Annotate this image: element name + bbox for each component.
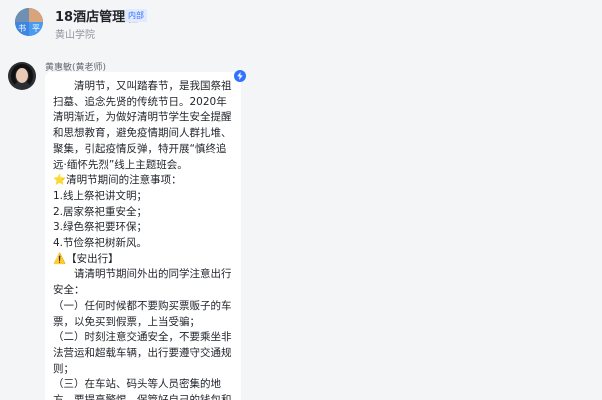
sender-avatar[interactable] (8, 62, 36, 90)
message-paragraph: （三）在车站、码头等人员密集的地方，要提高警惕，保管好自己的钱包和 (53, 378, 232, 400)
message-paragraph: （一）任何时候都不要购买票贩子的车票，以免买到假票，上当受骗； (53, 299, 232, 328)
message-paragraph: （二）时刻注意交通安全，不要乘坐非法营运和超载车辆，出行要遵守交通规则； (53, 331, 232, 375)
message-paragraph: 1.线上祭祀讲文明； (53, 189, 148, 202)
avatar-char-1: 书 (15, 22, 29, 36)
lightning-icon[interactable] (234, 70, 246, 82)
internal-badge: 内部 (125, 9, 147, 22)
group-subtitle: 黄山学院 (55, 30, 95, 41)
lightning-glyph (237, 72, 243, 80)
avatar-char-2: 平 (29, 22, 43, 36)
group-avatar[interactable]: 书 平 (15, 8, 43, 36)
avatar-face (16, 68, 28, 83)
avatar-photo-1 (15, 8, 29, 22)
message-paragraph: 4.节俭祭祀树新风。 (53, 237, 148, 250)
message-paragraph: 清明节，又叫踏春节，是我国祭祖扫墓、追念先贤的传统节日。2020年清明渐近，为做… (53, 80, 232, 171)
avatar-photo-2 (29, 8, 43, 22)
message-paragraph: 2.居家祭祀重安全； (53, 205, 148, 218)
message-paragraph: ⚠️【安出行】 (53, 252, 119, 265)
message-paragraph: 3.绿色祭祀要环保； (53, 221, 148, 234)
message-paragraph: 请清明节期间外出的同学注意出行安全： (53, 268, 232, 297)
message-bubble[interactable]: 清明节，又叫踏春节，是我国祭祖扫墓、追念先贤的传统节日。2020年清明渐近，为做… (45, 72, 241, 400)
chat-header: 书 平 18酒店管理班 内部 黄山学院 (0, 0, 602, 44)
message-paragraph: ⭐清明节期间的注意事项： (53, 174, 182, 187)
